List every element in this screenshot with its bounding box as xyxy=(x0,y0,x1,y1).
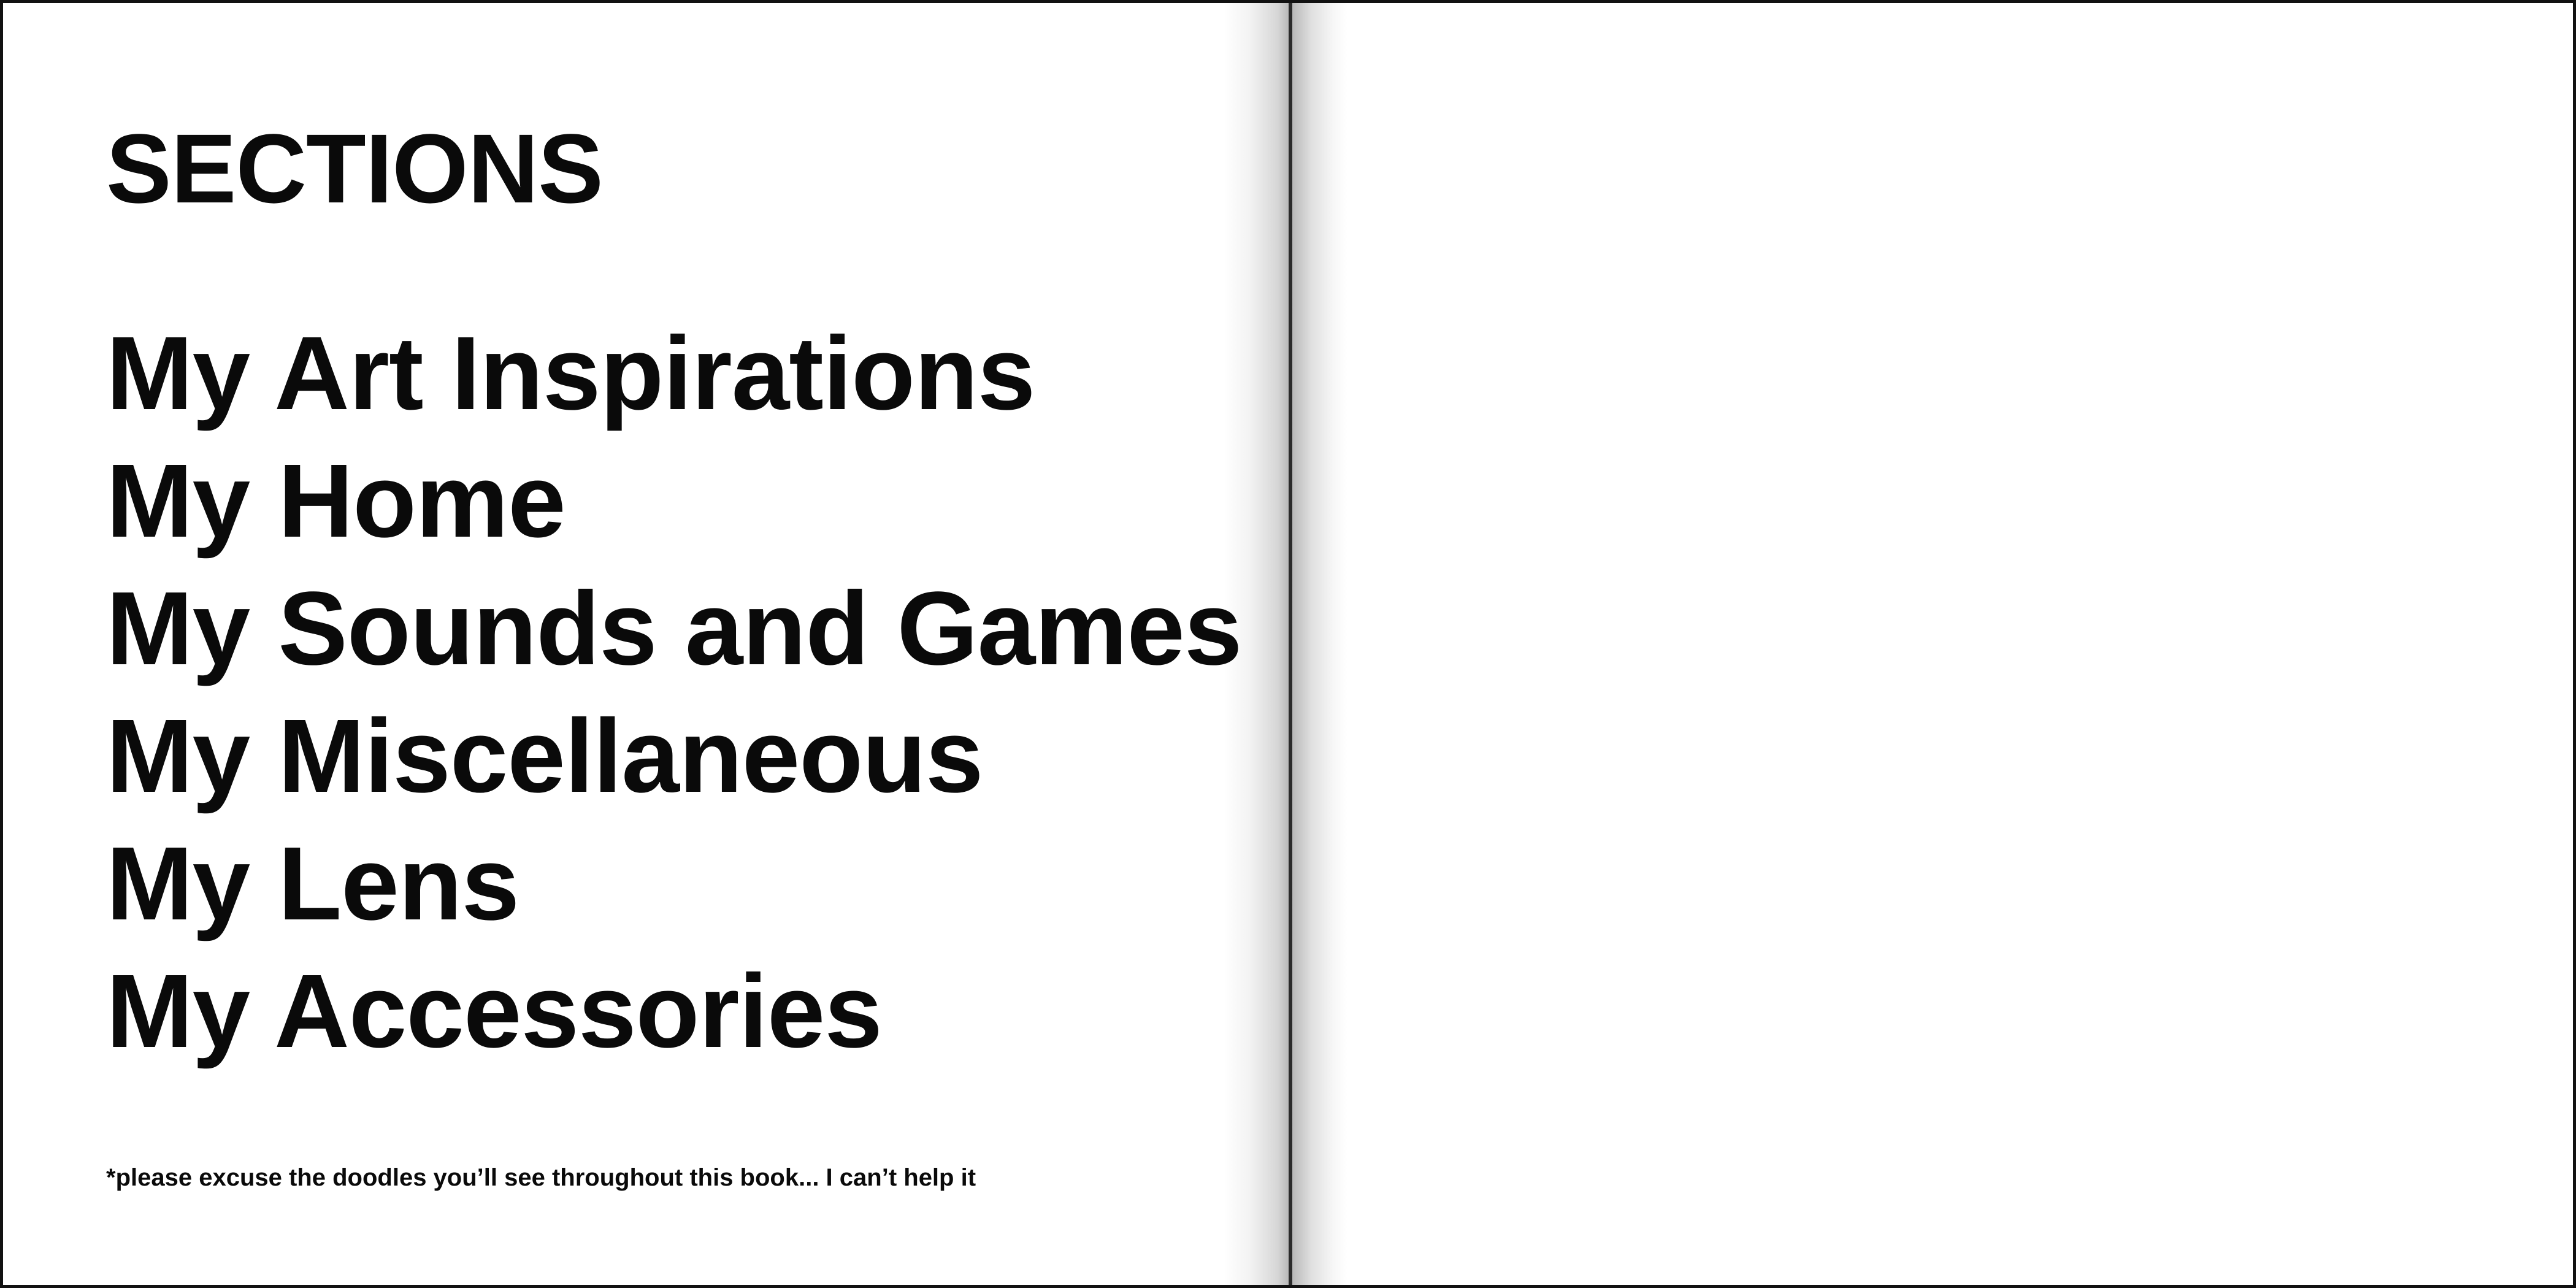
section-item-miscellaneous: My Miscellaneous xyxy=(106,698,984,815)
gutter-shadow-left xyxy=(1224,3,1291,1285)
right-page xyxy=(1291,3,2573,1285)
section-item-home: My Home xyxy=(106,443,566,559)
book-spread: SECTIONS My Art Inspirations My Home My … xyxy=(0,0,2576,1288)
section-item-art-inspirations: My Art Inspirations xyxy=(106,315,1035,432)
sections-heading: SECTIONS xyxy=(106,113,604,223)
sections-list: My Art Inspirations My Home My Sounds an… xyxy=(106,310,1242,1075)
left-page: SECTIONS My Art Inspirations My Home My … xyxy=(3,3,1291,1285)
gutter-shadow-right xyxy=(1292,3,1347,1285)
section-item-accessories: My Accessories xyxy=(106,953,883,1070)
contents-block: SECTIONS My Art Inspirations My Home My … xyxy=(106,113,1242,1190)
section-item-lens: My Lens xyxy=(106,826,519,942)
section-item-sounds-and-games: My Sounds and Games xyxy=(106,570,1242,687)
footnote: *please excuse the doodles you’ll see th… xyxy=(106,1164,976,1191)
